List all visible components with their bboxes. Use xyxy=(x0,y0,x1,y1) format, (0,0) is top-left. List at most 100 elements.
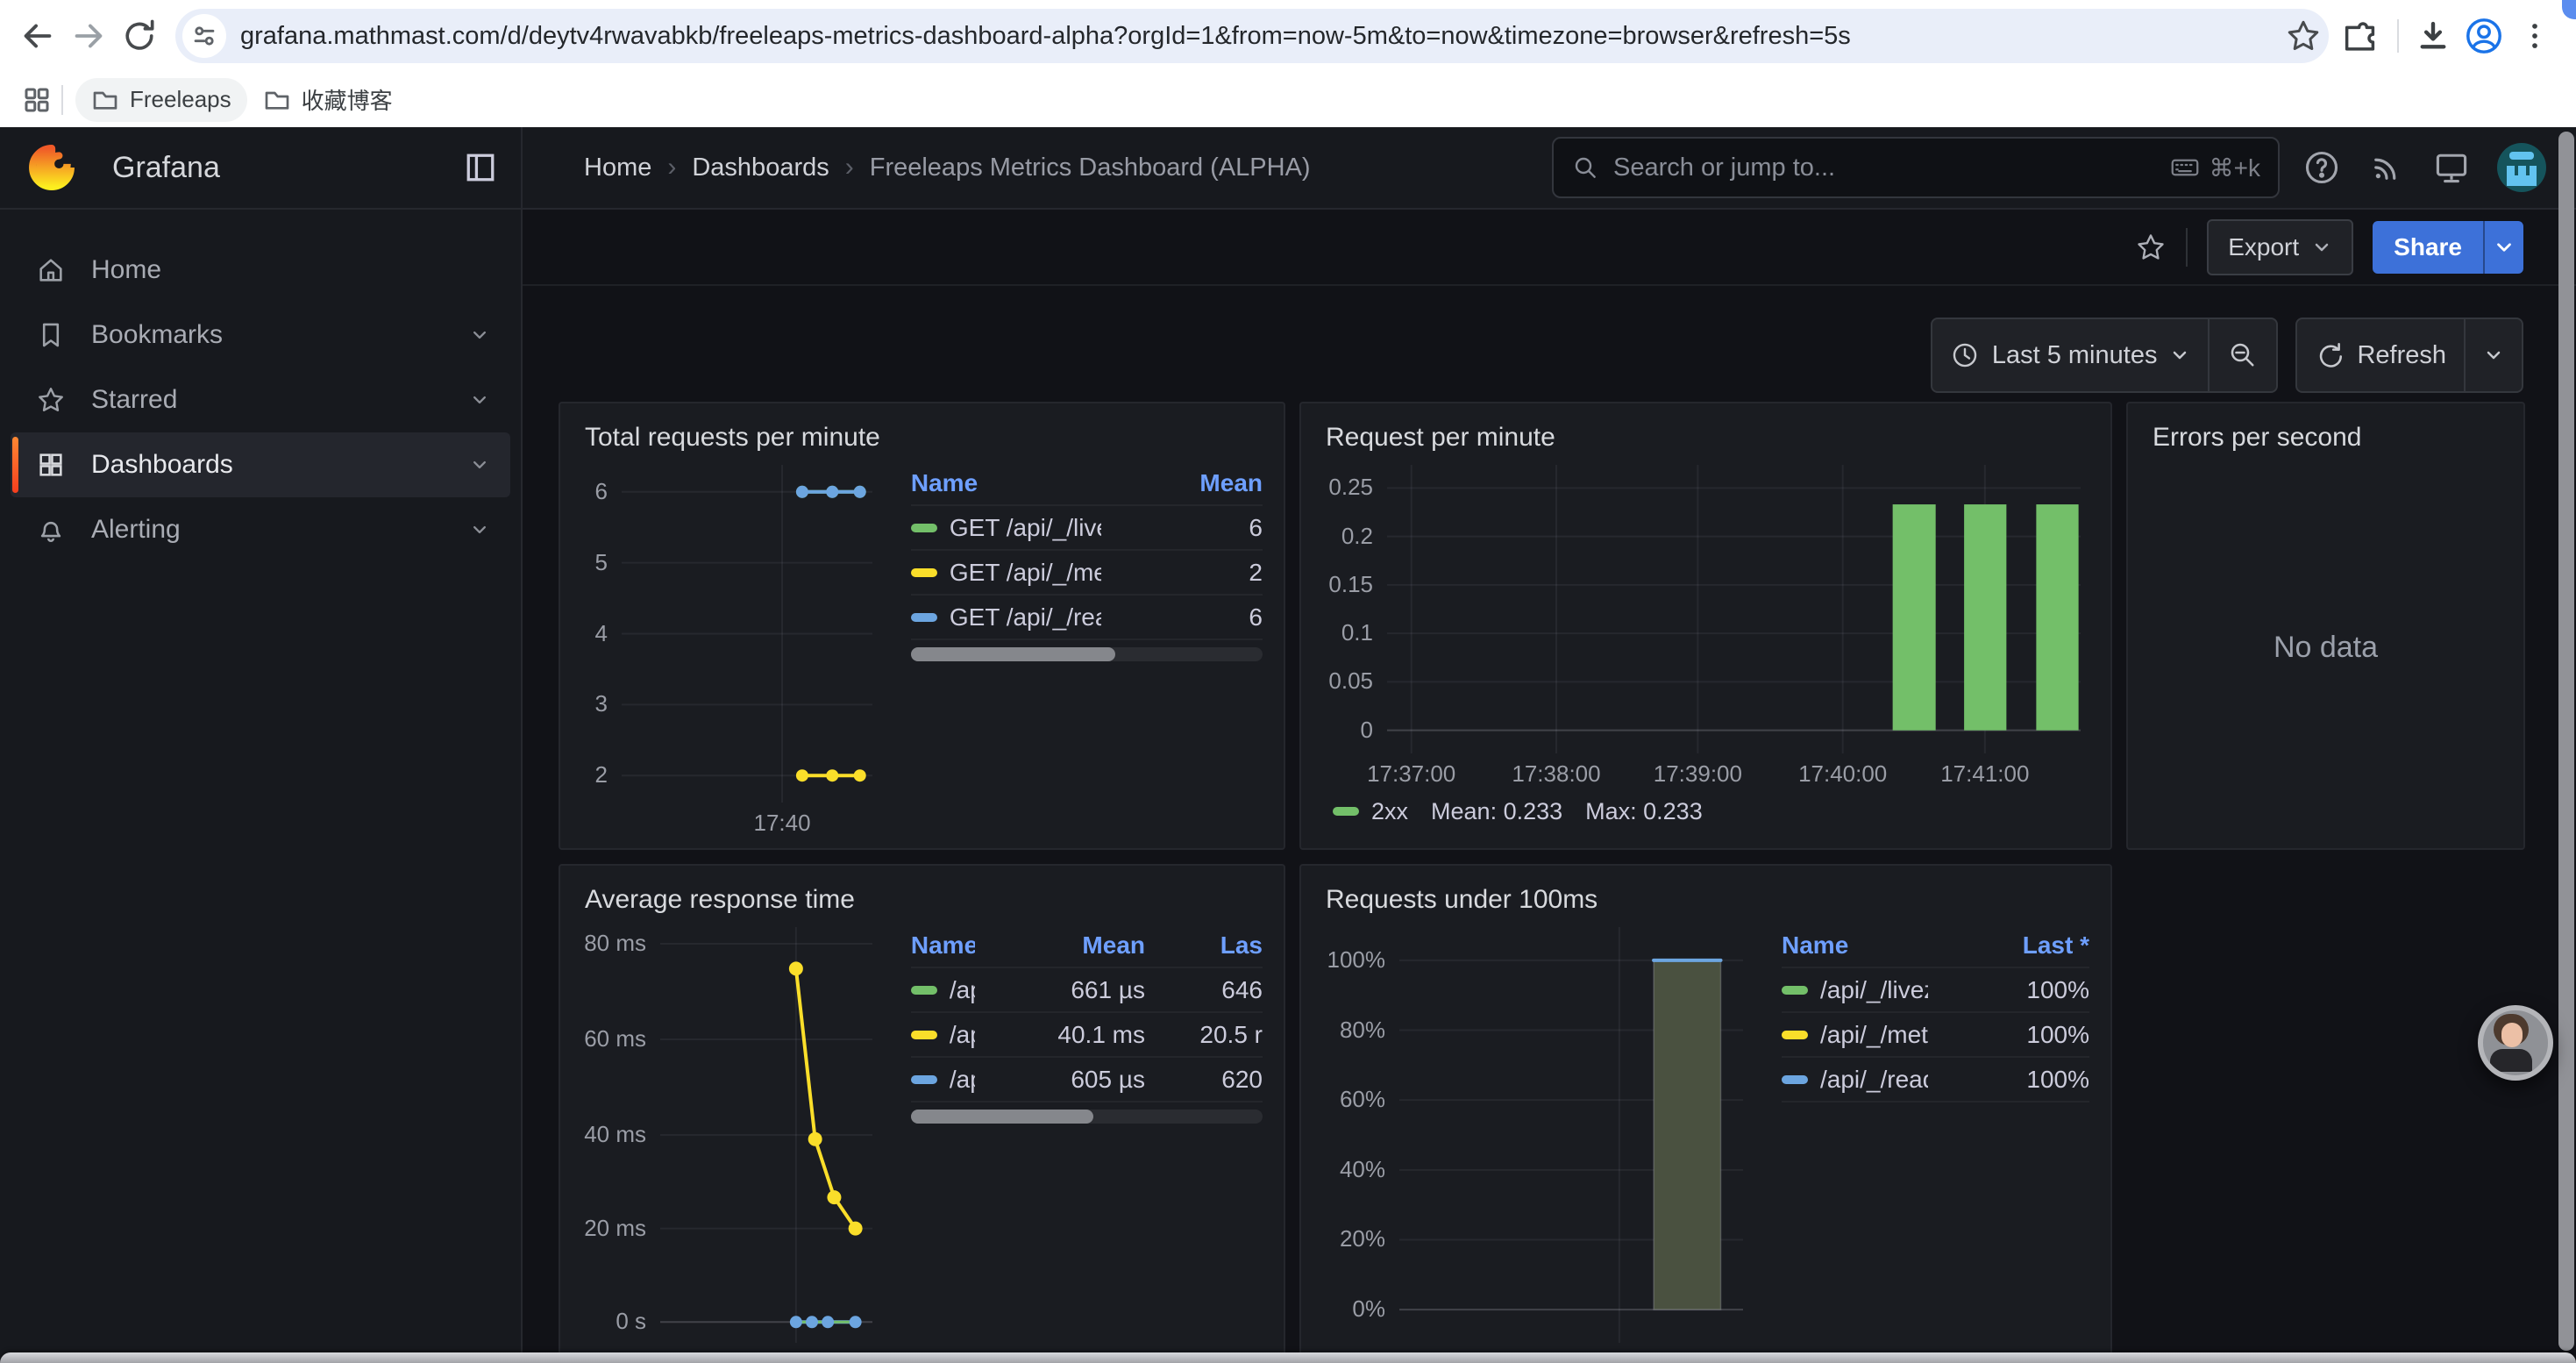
table-horizontal-scrollbar[interactable] xyxy=(911,647,1263,661)
search-input[interactable]: Search or jump to... ⌘+k xyxy=(1552,137,2280,198)
series-name[interactable]: /api/_/livez xyxy=(1782,976,1928,1004)
refresh-button[interactable]: Refresh xyxy=(2297,319,2464,391)
series-name[interactable]: /api/_/metrics xyxy=(1782,1021,1928,1049)
share-button[interactable]: Share xyxy=(2373,221,2483,274)
sidebar-item-bookmarks[interactable]: Bookmarks xyxy=(11,303,510,368)
browser-back-button[interactable] xyxy=(12,11,63,61)
scrollbar-thumb[interactable] xyxy=(2558,132,2574,1351)
page-scrollbar[interactable] xyxy=(2558,132,2574,1351)
folder-icon xyxy=(91,86,119,114)
scrollbar-thumb[interactable] xyxy=(911,1110,1094,1124)
table-cell-value: 100% xyxy=(1940,1066,2089,1094)
panel-row-1: Total requests per minute 6543217:40 Nam… xyxy=(559,402,2523,850)
breadcrumb-home[interactable]: Home xyxy=(584,153,651,182)
series-name[interactable]: /api/_/readyz xyxy=(1782,1066,1928,1094)
table-header-las[interactable]: Las xyxy=(1157,931,1263,960)
export-button[interactable]: Export xyxy=(2207,219,2353,275)
chevron-down-icon[interactable] xyxy=(467,517,492,542)
bookmark-item-blogs[interactable]: 收藏博客 xyxy=(247,78,409,122)
y-tick-label: 20 ms xyxy=(581,1215,646,1242)
browser-menu-button[interactable] xyxy=(2509,11,2560,61)
collapse-sidebar-icon[interactable] xyxy=(461,148,500,187)
table-horizontal-scrollbar[interactable] xyxy=(911,1110,1263,1124)
url-bar[interactable]: grafana.mathmast.com/d/deytv4rwavabkb/fr… xyxy=(175,9,2329,63)
search-icon xyxy=(1571,153,1599,182)
share-menu-button[interactable] xyxy=(2483,221,2523,274)
favorite-dashboard-star-icon[interactable] xyxy=(2135,232,2167,263)
y-tick-label: 0.2 xyxy=(1322,523,1373,550)
reload-icon xyxy=(120,17,159,55)
y-tick-label: 5 xyxy=(581,549,608,576)
search-placeholder: Search or jump to... xyxy=(1613,153,2155,182)
request-per-minute-chart: 0.250.20.150.10.05017:37:0017:38:0017:39… xyxy=(1322,460,2089,787)
panel-title[interactable]: Total requests per minute xyxy=(581,416,1263,460)
grafana-logo[interactable] xyxy=(28,144,75,191)
table-cell-value: 20.5 r xyxy=(1157,1021,1263,1049)
extensions-button[interactable] xyxy=(2338,11,2388,61)
table-row: GET /api/_/metrics2 xyxy=(911,551,1263,596)
time-range-picker[interactable]: Last 5 minutes xyxy=(1932,319,2209,391)
series-name[interactable]: GET /api/_/metrics xyxy=(911,559,1101,587)
sidebar-item-dashboards[interactable]: Dashboards xyxy=(11,432,510,497)
site-settings-button[interactable] xyxy=(182,14,226,58)
series-name[interactable]: /api/_/livez xyxy=(911,976,975,1004)
search-shortcut: ⌘+k xyxy=(2169,152,2260,183)
active-item-accent xyxy=(12,437,18,493)
series-name[interactable]: GET /api/_/livez xyxy=(911,514,1101,542)
chevron-down-icon[interactable] xyxy=(467,323,492,347)
apps-grid-icon[interactable] xyxy=(21,84,53,116)
table-row: /api/_/metrics100% xyxy=(1782,1013,2089,1058)
series-color-swatch xyxy=(1782,1031,1808,1039)
table-header-mean[interactable]: Mean xyxy=(1114,469,1263,497)
refresh-interval-button[interactable] xyxy=(2466,319,2522,391)
series-name[interactable]: GET /api/_/readyz xyxy=(911,603,1101,632)
chevron-down-icon xyxy=(2169,345,2190,366)
y-tick-label: 6 xyxy=(581,478,608,505)
legend-series-2xx[interactable]: 2xx xyxy=(1333,798,1408,825)
breadcrumb-dashboards[interactable]: Dashboards xyxy=(692,153,829,182)
sidebar-item-alerting[interactable]: Alerting xyxy=(11,497,510,562)
url-text[interactable]: grafana.mathmast.com/d/deytv4rwavabkb/fr… xyxy=(240,22,2285,51)
table-header-name[interactable]: Name xyxy=(911,469,1101,497)
series-name[interactable]: /api/_/metrics xyxy=(911,1021,975,1049)
table-header-name[interactable]: Name xyxy=(1782,931,1928,960)
panel-title[interactable]: Requests under 100ms xyxy=(1322,878,2089,922)
sidebar-item-home[interactable]: Home xyxy=(11,238,510,303)
scrollbar-thumb[interactable] xyxy=(911,647,1115,661)
chevron-down-icon[interactable] xyxy=(467,388,492,412)
table-header-name[interactable]: Name xyxy=(911,931,975,960)
profile-button[interactable] xyxy=(2459,11,2509,61)
sidebar-item-label: Dashboards xyxy=(91,450,449,480)
kiosk-mode-button[interactable] xyxy=(2429,145,2474,190)
series-name[interactable]: /api/_/readyz xyxy=(911,1066,975,1094)
chevron-down-icon[interactable] xyxy=(467,453,492,477)
news-button[interactable] xyxy=(2364,145,2409,190)
help-button[interactable] xyxy=(2299,145,2345,190)
bookmark-icon xyxy=(36,320,66,350)
bookmark-star-button[interactable] xyxy=(2285,18,2322,54)
browser-reload-button[interactable] xyxy=(114,11,165,61)
panel-title[interactable]: Errors per second xyxy=(2149,416,2502,460)
y-tick-label: 3 xyxy=(581,690,608,717)
panel-title[interactable]: Average response time xyxy=(581,878,1263,922)
browser-forward-button[interactable] xyxy=(63,11,114,61)
x-tick-label: 17:40 xyxy=(753,810,810,837)
breadcrumb-separator: › xyxy=(845,153,854,182)
star-icon xyxy=(2285,18,2322,54)
total-requests-chart: 6543217:40 xyxy=(581,460,881,836)
downloads-button[interactable] xyxy=(2408,11,2459,61)
table-cell-value: 6 xyxy=(1114,514,1263,542)
time-range-group: Last 5 minutes xyxy=(1931,318,2279,393)
panel-title[interactable]: Request per minute xyxy=(1322,416,2089,460)
table-header-mean[interactable]: Mean xyxy=(987,931,1145,960)
monitor-icon xyxy=(2432,148,2471,187)
panel-row-2: Average response time 80 ms60 ms40 ms20 … xyxy=(559,864,2523,1363)
sidebar-item-starred[interactable]: Starred xyxy=(11,368,510,432)
zoom-out-time-button[interactable] xyxy=(2210,319,2276,391)
bookmark-item-freeleaps[interactable]: Freeleaps xyxy=(75,78,247,122)
assistant-avatar-widget[interactable] xyxy=(2478,1005,2553,1081)
user-avatar[interactable] xyxy=(2497,143,2546,192)
table-header-last[interactable]: Last * xyxy=(1940,931,2089,960)
dashboards-grid-icon xyxy=(36,450,66,480)
x-tick-label: 17:37:00 xyxy=(1367,760,1455,788)
